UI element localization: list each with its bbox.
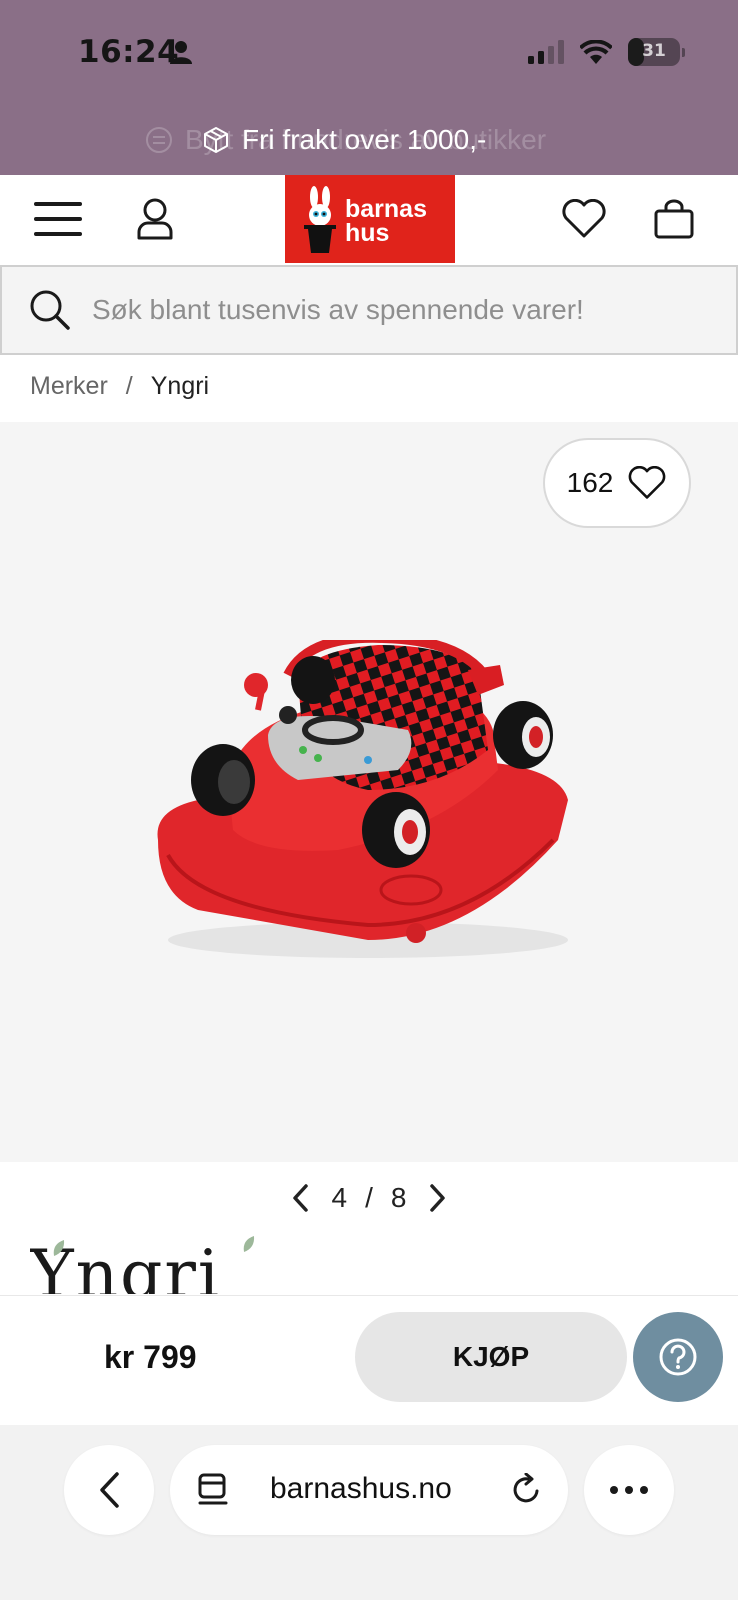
tab-icon xyxy=(198,1473,228,1505)
search-input[interactable] xyxy=(92,294,712,326)
favorite-count: 162 xyxy=(566,467,614,498)
signal-icon xyxy=(528,40,564,64)
account-button[interactable] xyxy=(127,191,183,247)
status-time: 16:24 xyxy=(78,34,180,70)
leaf-icon xyxy=(53,1240,65,1256)
buy-bar: kr 799 KJØP xyxy=(0,1295,738,1425)
search-bar xyxy=(0,265,738,355)
breadcrumb-current: Yngri xyxy=(150,372,210,400)
pager-next-button[interactable] xyxy=(424,1180,452,1216)
person-icon xyxy=(170,40,192,68)
product-price: kr 799 xyxy=(104,1339,197,1375)
heart-icon xyxy=(562,199,606,238)
url-text: barnashus.no xyxy=(270,1472,452,1505)
pager-total: 8 xyxy=(390,1182,407,1213)
address-bar[interactable]: barnashus.no xyxy=(170,1445,568,1535)
browser-more-button[interactable] xyxy=(584,1445,674,1535)
promo-label: Fri frakt over 1000,- xyxy=(242,124,487,155)
wishlist-button[interactable] xyxy=(556,191,612,247)
user-icon xyxy=(137,198,173,240)
promo-message: Fri frakt over 1000,- xyxy=(202,124,486,156)
battery-icon: 31 xyxy=(628,38,685,66)
gallery-pager: 4 / 8 xyxy=(0,1180,738,1216)
breadcrumb: Merker / Yngri xyxy=(30,372,209,401)
reload-icon[interactable] xyxy=(510,1473,544,1507)
breadcrumb-link-brands[interactable]: Merker xyxy=(30,372,108,401)
pager-prev-button[interactable] xyxy=(286,1180,314,1216)
help-icon xyxy=(659,1338,697,1376)
search-icon[interactable] xyxy=(28,288,72,332)
chevron-left-icon xyxy=(100,1472,119,1508)
leaf-icon xyxy=(243,1236,255,1252)
exchange-icon xyxy=(146,127,172,153)
help-button[interactable] xyxy=(633,1312,723,1402)
brand-logo[interactable]: Yngri xyxy=(30,1234,270,1294)
hamburger-icon xyxy=(34,202,82,236)
browser-toolbar: barnashus.no xyxy=(0,1425,738,1600)
site-logo[interactable]: barnas hus xyxy=(285,175,455,263)
wifi-icon xyxy=(580,40,612,64)
favorite-button[interactable]: 162 xyxy=(543,438,691,528)
menu-button[interactable] xyxy=(30,191,86,247)
chevron-right-icon xyxy=(430,1184,446,1212)
shopping-bag-icon xyxy=(654,199,694,239)
breadcrumb-separator: / xyxy=(125,372,133,400)
package-icon xyxy=(204,127,228,153)
more-icon xyxy=(610,1486,648,1494)
logo-line-2: hus xyxy=(345,219,390,247)
heart-icon xyxy=(629,466,666,499)
rabbit-hat-icon xyxy=(304,186,336,253)
product-image xyxy=(157,640,568,958)
cart-button[interactable] xyxy=(646,191,702,247)
buy-button[interactable]: KJØP xyxy=(355,1312,627,1402)
pager-separator: / xyxy=(365,1182,373,1213)
browser-back-button[interactable] xyxy=(64,1445,154,1535)
logo-line-1: barnas xyxy=(345,195,427,223)
pager-current: 4 xyxy=(331,1182,348,1213)
chevron-left-icon xyxy=(292,1184,308,1212)
logo-text: barnas hus xyxy=(345,195,427,247)
battery-level: 31 xyxy=(642,41,666,61)
status-indicators: 31 xyxy=(528,38,685,66)
